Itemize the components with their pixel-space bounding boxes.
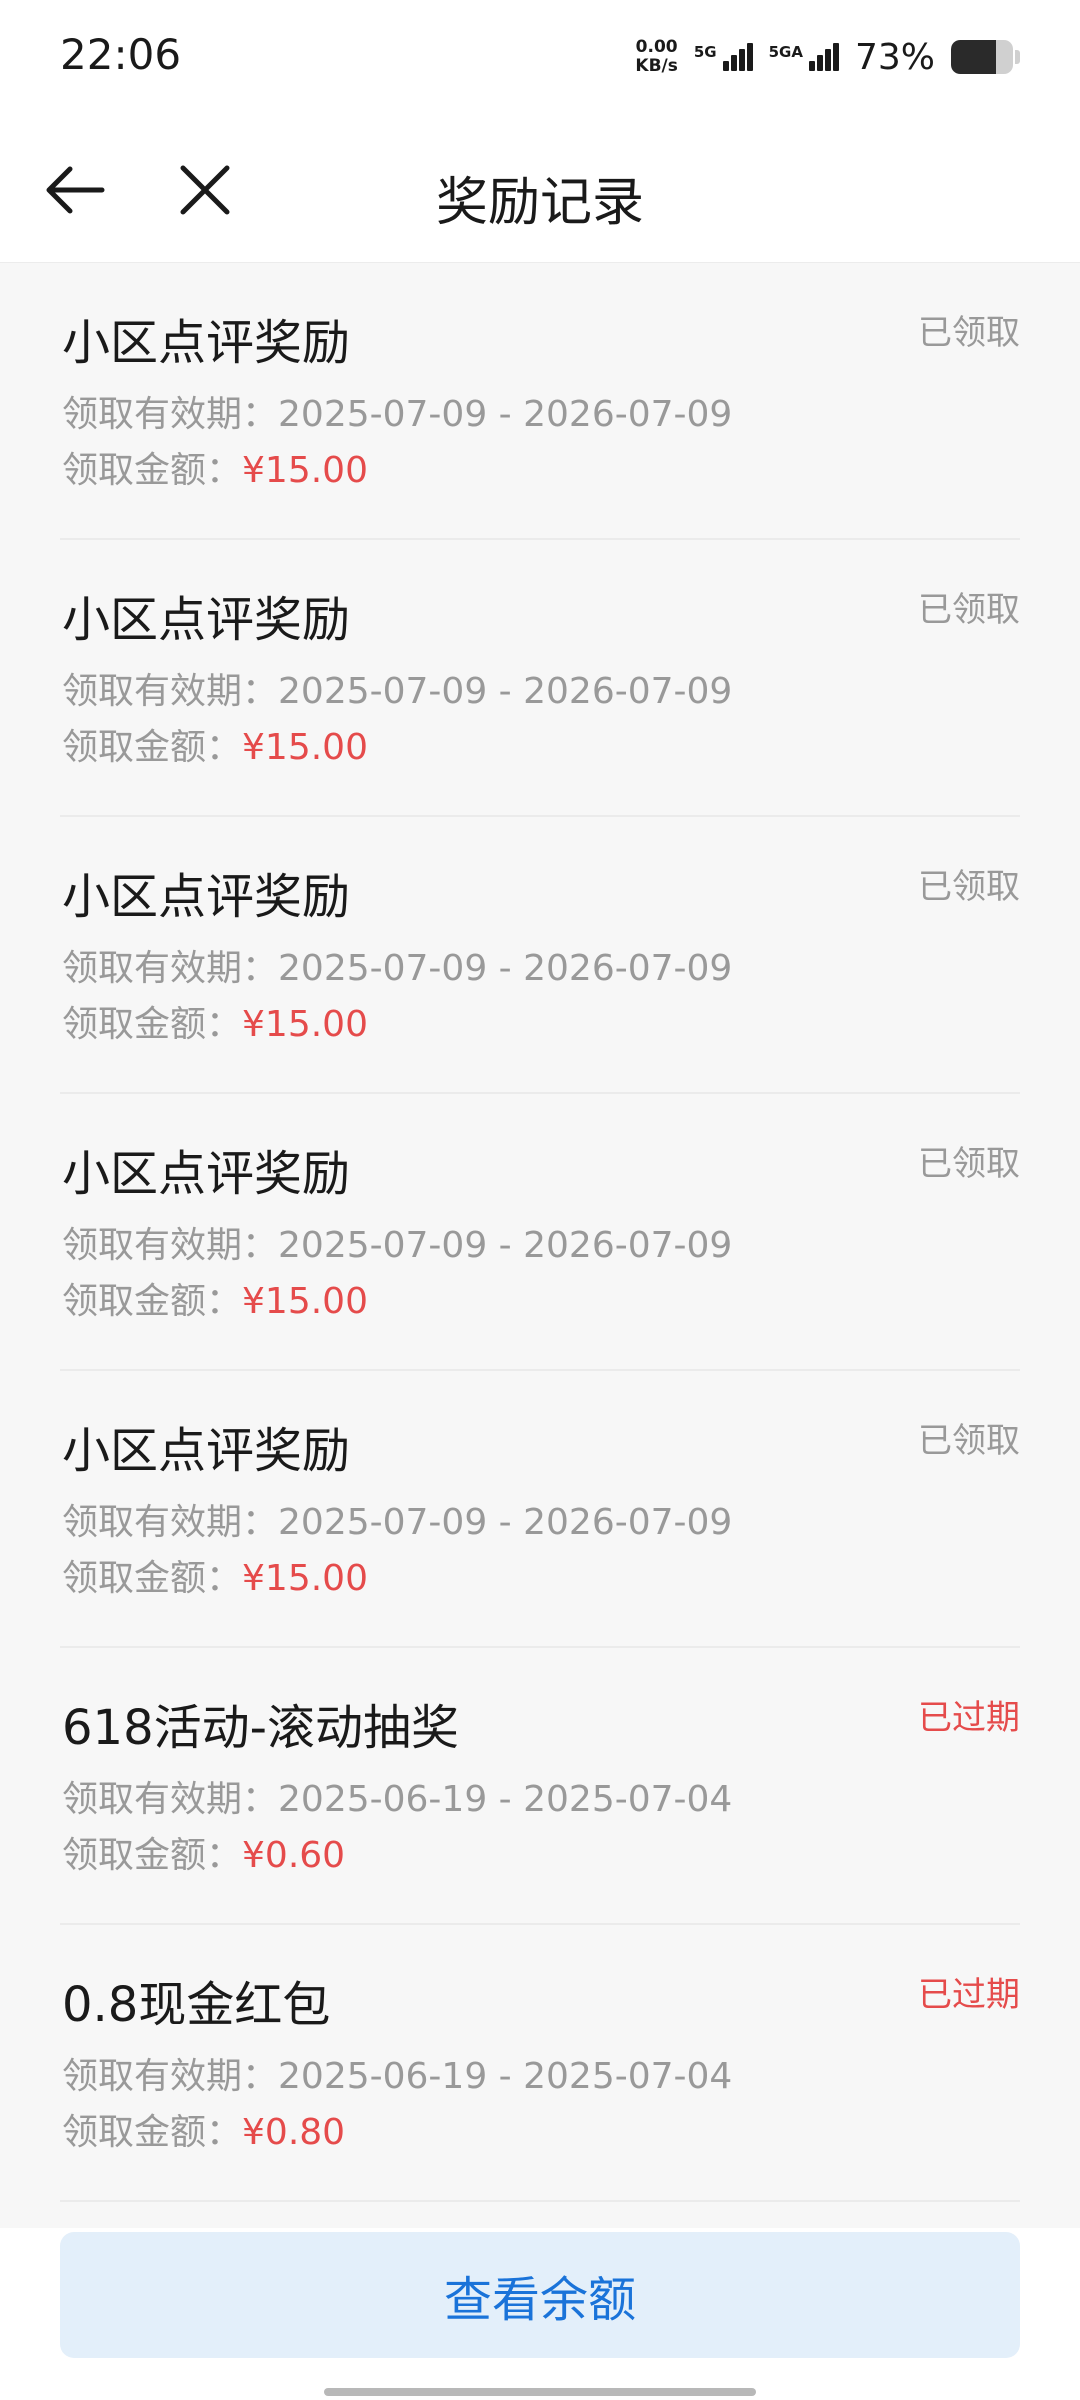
record-validity: 领取有效期：2025-07-09 - 2026-07-09 <box>62 939 732 991</box>
status-bar: 22:06 0.00 KB/s 5G 5GA 73% <box>0 0 1080 115</box>
record-title: 小区点评奖励 <box>62 592 351 648</box>
reward-records-list[interactable]: 小区点评奖励 已领取 领取有效期：2025-07-09 - 2026-07-09… <box>0 263 1080 2228</box>
validity-range: 2025-06-19 - 2025-07-04 <box>278 2056 733 2097</box>
record-validity: 领取有效期：2025-06-19 - 2025-07-04 <box>62 1770 732 1822</box>
network-speed: 0.00 KB/s <box>635 38 677 76</box>
record-status-badge: 已领取 <box>918 1144 1020 1184</box>
amount-value: ¥15.00 <box>242 727 368 768</box>
home-indicator[interactable] <box>324 2388 756 2396</box>
validity-label: 领取有效期： <box>62 671 279 712</box>
validity-range: 2025-07-09 - 2026-07-09 <box>278 1502 733 1543</box>
record-status-badge: 已领取 <box>918 590 1020 630</box>
validity-label: 领取有效期： <box>62 2056 279 2097</box>
amount-value: ¥0.60 <box>242 1835 346 1876</box>
amount-value: ¥15.00 <box>242 450 368 491</box>
amount-label: 领取金额： <box>62 1004 243 1045</box>
battery-fill <box>951 40 997 74</box>
record-amount: 领取金额：¥15.00 <box>62 1549 368 1601</box>
validity-range: 2025-07-09 - 2026-07-09 <box>278 948 733 989</box>
validity-range: 2025-07-09 - 2026-07-09 <box>278 671 733 712</box>
validity-range: 2025-07-09 - 2026-07-09 <box>278 1225 733 1266</box>
battery-percent: 73% <box>854 36 935 78</box>
signal-sim2-icon: 5GA <box>769 43 839 71</box>
page-title: 奖励记录 <box>435 173 644 233</box>
amount-label: 领取金额： <box>62 450 243 491</box>
record-status-badge: 已领取 <box>918 1421 1020 1461</box>
record-validity: 领取有效期：2025-07-09 - 2026-07-09 <box>62 662 732 714</box>
record-title: 0.8现金红包 <box>62 1977 331 2033</box>
record-title: 小区点评奖励 <box>62 315 351 371</box>
list-item[interactable]: 小区点评奖励 已领取 领取有效期：2025-07-09 - 2026-07-09… <box>60 263 1020 540</box>
list-item[interactable]: 小区点评奖励 已领取 领取有效期：2025-07-09 - 2026-07-09… <box>60 1094 1020 1371</box>
validity-label: 领取有效期： <box>62 948 279 989</box>
validity-range: 2025-06-19 - 2025-07-04 <box>278 1779 733 1820</box>
amount-label: 领取金额： <box>62 727 243 768</box>
list-item[interactable]: 小区点评奖励 已领取 领取有效期：2025-07-09 - 2026-07-09… <box>60 817 1020 1094</box>
record-title: 618活动-滚动抽奖 <box>62 1700 459 1756</box>
record-amount: 领取金额：¥15.00 <box>62 1272 368 1324</box>
amount-value: ¥15.00 <box>242 1281 368 1322</box>
record-validity: 领取有效期：2025-06-19 - 2025-07-04 <box>62 2047 732 2099</box>
amount-value: ¥15.00 <box>242 1558 368 1599</box>
list-item[interactable]: 小区点评奖励 已领取 领取有效期：2025-07-09 - 2026-07-09… <box>60 540 1020 817</box>
sim2-label: 5GA <box>768 43 803 61</box>
battery-icon <box>951 40 1013 74</box>
record-validity: 领取有效期：2025-07-09 - 2026-07-09 <box>62 385 732 437</box>
view-balance-button[interactable]: 查看余额 <box>60 2232 1020 2358</box>
amount-label: 领取金额： <box>62 1835 243 1876</box>
validity-label: 领取有效期： <box>62 1779 279 1820</box>
validity-label: 领取有效期： <box>62 1502 279 1543</box>
record-amount: 领取金额：¥15.00 <box>62 441 368 493</box>
record-status-badge: 已过期 <box>918 1698 1020 1738</box>
record-validity: 领取有效期：2025-07-09 - 2026-07-09 <box>62 1216 732 1268</box>
record-amount: 领取金额：¥15.00 <box>62 718 368 770</box>
battery-cap <box>1015 50 1020 64</box>
amount-value: ¥0.80 <box>242 2112 346 2153</box>
record-status-badge: 已领取 <box>918 313 1020 353</box>
record-status-badge: 已领取 <box>918 867 1020 907</box>
record-amount: 领取金额：¥15.00 <box>62 995 368 1047</box>
network-speed-value: 0.00 <box>635 37 678 57</box>
record-amount: 领取金额：¥0.60 <box>62 1826 345 1878</box>
record-title: 小区点评奖励 <box>62 869 351 925</box>
amount-label: 领取金额： <box>62 1281 243 1322</box>
list-item[interactable]: 小区点评奖励 已领取 领取有效期：2025-07-09 - 2026-07-09… <box>60 1371 1020 1648</box>
validity-label: 领取有效期： <box>62 394 279 435</box>
signal-sim1-icon: 5G <box>694 43 753 71</box>
validity-label: 领取有效期： <box>62 1225 279 1266</box>
record-validity: 领取有效期：2025-07-09 - 2026-07-09 <box>62 1493 732 1545</box>
record-amount: 领取金额：¥0.80 <box>62 2103 345 2155</box>
record-title: 小区点评奖励 <box>62 1423 351 1479</box>
record-status-badge: 已过期 <box>918 1975 1020 2015</box>
record-title: 小区点评奖励 <box>62 1146 351 1202</box>
sim1-label: 5G <box>693 43 717 61</box>
amount-label: 领取金额： <box>62 2112 243 2153</box>
list-item[interactable]: 618活动-滚动抽奖 已过期 领取有效期：2025-06-19 - 2025-0… <box>60 1648 1020 1925</box>
nav-bar: 奖励记录 <box>0 115 1080 263</box>
list-item[interactable]: 0.8现金红包 已过期 领取有效期：2025-06-19 - 2025-07-0… <box>60 1925 1020 2202</box>
status-time: 22:06 <box>60 30 182 79</box>
validity-range: 2025-07-09 - 2026-07-09 <box>278 394 733 435</box>
network-speed-unit: KB/s <box>635 56 678 76</box>
status-indicators: 0.00 KB/s 5G 5GA 73% <box>635 32 1020 82</box>
amount-value: ¥15.00 <box>242 1004 368 1045</box>
amount-label: 领取金额： <box>62 1558 243 1599</box>
